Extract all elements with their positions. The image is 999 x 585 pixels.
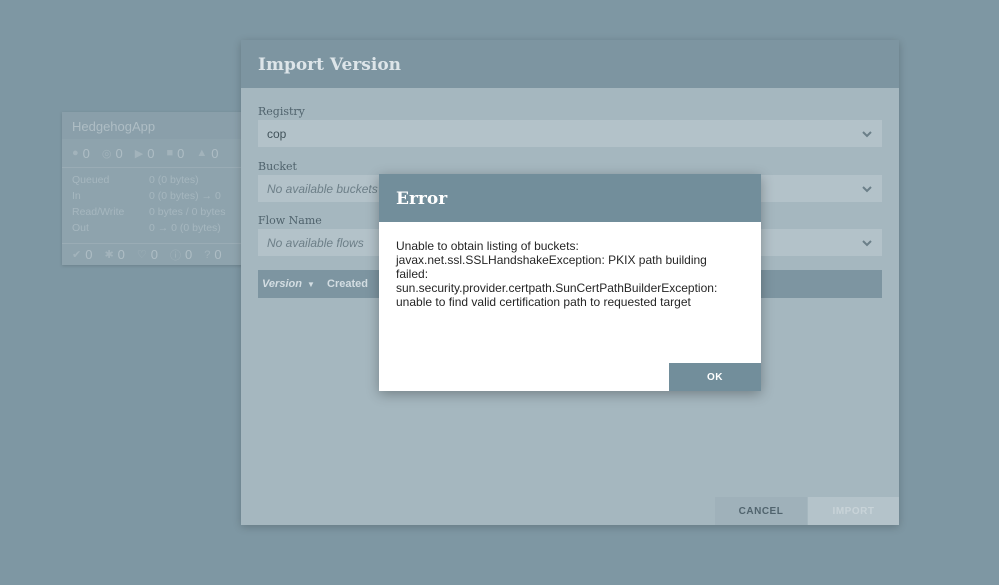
- cancel-button[interactable]: CANCEL: [715, 497, 807, 525]
- chevron-down-icon: [862, 240, 872, 247]
- stopped-icon: ■: [166, 147, 174, 159]
- question-icon: ?: [204, 248, 211, 261]
- dialog-title: Import Version: [241, 40, 899, 88]
- process-group-status-row: ● 0 ◎ 0 ▶ 0 ■ 0 ▲ 0: [72, 145, 219, 161]
- error-dialog: Error Unable to obtain listing of bucket…: [379, 174, 761, 391]
- version-column-header[interactable]: Version ▼: [258, 278, 327, 290]
- sort-down-icon: ▼: [306, 279, 315, 289]
- stale-icon: ♡: [136, 249, 147, 261]
- created-column-header[interactable]: Created: [327, 278, 368, 290]
- transmitting-icon: ●: [72, 147, 79, 159]
- process-group-name: HedgehogApp: [62, 112, 262, 139]
- import-button[interactable]: IMPORT: [808, 497, 899, 525]
- chevron-down-icon: [862, 131, 872, 138]
- registry-label: Registry: [258, 105, 305, 118]
- sync-failure-icon: ⓘ: [170, 249, 182, 262]
- error-message: Unable to obtain listing of buckets: jav…: [396, 239, 718, 309]
- not-transmitting-icon: ◎: [101, 147, 112, 160]
- metric-row: Queued 0 (0 bytes): [72, 174, 199, 186]
- process-group-version-row: ✔ 0 ✱ 0 ♡ 0 ⓘ 0 ? 0: [62, 243, 262, 265]
- metric-row: Out 0 → 0 (0 bytes): [72, 222, 221, 234]
- invalid-icon: ▲: [196, 147, 208, 159]
- running-icon: ▶: [134, 147, 144, 160]
- registry-select[interactable]: cop: [258, 120, 882, 147]
- up-to-date-icon: ✔: [72, 249, 82, 261]
- chevron-down-icon: [862, 186, 872, 193]
- locally-modified-icon: ✱: [104, 249, 114, 261]
- flow-name-label: Flow Name: [258, 214, 322, 227]
- process-group-metrics: Queued 0 (0 bytes) In 0 (0 bytes) → 0 Re…: [62, 167, 262, 236]
- metric-row: Read/Write 0 bytes / 0 bytes: [72, 206, 226, 218]
- metric-row: In 0 (0 bytes) → 0: [72, 190, 221, 202]
- bucket-label: Bucket: [258, 160, 297, 173]
- error-title: Error: [379, 174, 761, 222]
- ok-button[interactable]: OK: [669, 363, 761, 391]
- process-group-card[interactable]: HedgehogApp ● 0 ◎ 0 ▶ 0 ■ 0 ▲ 0 Queued 0 (0 b…: [62, 112, 262, 265]
